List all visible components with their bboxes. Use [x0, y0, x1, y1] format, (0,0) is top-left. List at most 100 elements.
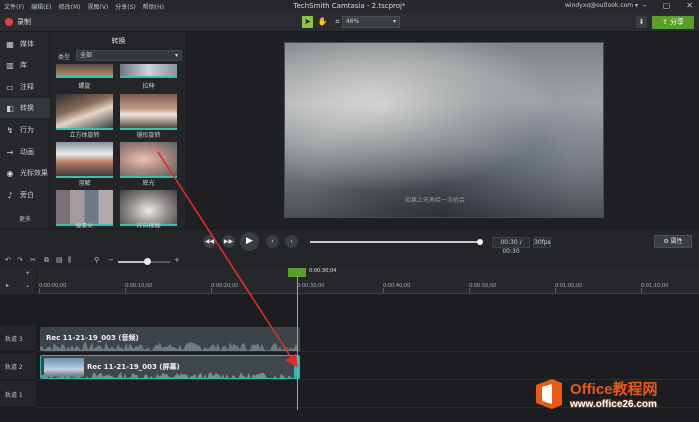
audio-clip[interactable]: Rec 11-21-19_003 (音频)	[40, 327, 300, 351]
watermark-url: www.office26.com	[570, 399, 657, 410]
properties-label: 属性	[670, 238, 683, 245]
transition-label: 辉光	[142, 180, 155, 187]
step-back-icon[interactable]: ◀◀	[203, 235, 216, 248]
transitions-panel: 转换 类型 全部 ▾ 螺旋 拉伸 立方体旋转 褪形旋转 溶解 辉光 像素化 径向…	[50, 32, 235, 230]
microphone-icon: ♪	[7, 190, 13, 200]
ruler-tick	[125, 288, 126, 293]
close-button[interactable]: ✕	[686, 1, 693, 10]
sidebar-item-library[interactable]: ▥ 库	[0, 55, 50, 75]
track-name: 轨道 1	[5, 392, 23, 399]
zoom-value: 46%	[346, 18, 360, 25]
sidebar-item-annotations[interactable]: ▭ 注释	[0, 77, 50, 97]
zoom-out-icon[interactable]: −	[108, 256, 114, 264]
maximize-button[interactable]: ▢	[663, 1, 671, 10]
share-button[interactable]: ⇪ 分享	[652, 16, 694, 29]
redo-icon[interactable]: ↷	[17, 256, 23, 264]
tick-label: 0:01:00;00	[555, 283, 583, 289]
select-tool-icon[interactable]: ➤	[302, 16, 313, 28]
tick-label: 0:00:30;00	[297, 283, 325, 289]
transition-thumb-cube-rotate[interactable]	[56, 94, 113, 130]
tick-label: 0:00:40;00	[383, 283, 411, 289]
more-button[interactable]: 更多	[0, 214, 50, 223]
sidebar-item-transitions[interactable]: ◧ 转换	[0, 98, 50, 118]
type-label: 类型	[58, 54, 71, 61]
transition-thumb-spiral[interactable]	[56, 64, 113, 78]
properties-button[interactable]: ⚙ 属性	[654, 235, 692, 248]
timeline-ruler[interactable]: 0:00:00;00 0:00:10;00 0:00:20;00 0:00:30…	[37, 268, 699, 294]
track-header-2[interactable]: 轨道 2	[0, 353, 37, 380]
ruler-tick	[555, 288, 556, 293]
cut-icon[interactable]: ✂	[30, 256, 36, 264]
sidebar-item-voice-narration[interactable]: ♪ 旁白	[0, 185, 50, 205]
ruler-tick	[641, 288, 642, 293]
transition-label: 拉伸	[142, 83, 155, 90]
tool-sidebar: ▦ 媒体 ▥ 库 ▭ 注释 ◧ 转换 ↯ 行为 → 动画 ◉ 光标效果 ♪ 旁白…	[0, 32, 50, 228]
minimize-button[interactable]: –	[643, 1, 647, 10]
playback-scrubber[interactable]	[310, 239, 483, 245]
track-name: 轨道 2	[5, 364, 23, 371]
ruler-tick	[211, 288, 212, 293]
paste-icon[interactable]: ▤	[56, 256, 63, 264]
type-select[interactable]: 全部 ▾	[76, 50, 182, 61]
ruler-tick	[39, 288, 40, 293]
transition-thumb-stretch[interactable]	[120, 64, 177, 78]
add-track-icon[interactable]: +	[25, 270, 30, 277]
scrubber-knob[interactable]	[477, 239, 483, 245]
playhead-time: 0:00:30;04	[309, 268, 337, 274]
media-icon: ▦	[6, 39, 14, 49]
timeline-zoom-slider[interactable]	[118, 258, 170, 265]
pan-tool-icon[interactable]: ✋	[317, 16, 328, 28]
previous-clip-icon[interactable]: ‹	[266, 235, 279, 248]
track-header-3[interactable]: 轨道 3	[0, 325, 37, 352]
account-menu[interactable]: windyxq@outlook.com ▾	[565, 2, 638, 9]
ruler-tick	[469, 288, 470, 293]
track-header-1[interactable]: 轨道 1	[0, 381, 37, 408]
sidebar-item-behaviors[interactable]: ↯ 行为	[0, 120, 50, 140]
behavior-icon: ↯	[6, 125, 14, 135]
office-logo-icon	[536, 379, 562, 409]
sidebar-item-label: 媒体	[20, 40, 34, 48]
ruler-tick	[383, 288, 384, 293]
sidebar-item-label: 转换	[20, 104, 34, 112]
copy-icon[interactable]: ⧉	[44, 256, 49, 265]
undo-icon[interactable]: ↶	[5, 256, 11, 264]
annotation-icon: ▭	[6, 82, 14, 92]
type-value: 全部	[80, 52, 93, 59]
track-menu-icon[interactable]: ▸	[6, 282, 9, 289]
transition-thumb-fade-rotate[interactable]	[120, 94, 177, 130]
transition-label: 立方体旋转	[69, 132, 100, 139]
split-icon[interactable]: ⫼	[68, 256, 71, 265]
timeline-toolbar: ↶ ↷ ✂ ⧉ ▤ ⫼ ⚲ − +	[0, 254, 699, 268]
scrubber-progress	[310, 239, 483, 245]
tick-label: 0:01:10;00	[641, 283, 669, 289]
magnifier-icon: ⚲	[94, 256, 100, 264]
zoom-select[interactable]: 46% ▾	[342, 16, 400, 28]
collapse-icon[interactable]: ⌄	[25, 282, 30, 289]
sidebar-item-media[interactable]: ▦ 媒体	[0, 34, 50, 54]
sidebar-item-cursor-effects[interactable]: ◉ 光标效果	[0, 163, 50, 183]
panel-title: 转换	[111, 37, 126, 45]
transition-label: 褪形旋转	[136, 132, 161, 139]
track-name: 轨道 3	[5, 336, 23, 343]
sidebar-item-label: 光标效果	[20, 169, 48, 177]
watermark-title: Office教程网	[570, 381, 658, 398]
sidebar-item-label: 动画	[20, 148, 34, 156]
next-clip-icon[interactable]: ›	[285, 235, 298, 248]
chevron-down-icon: ▾	[392, 18, 396, 25]
fps-display: 30fps	[533, 237, 551, 248]
record-button[interactable]: 录制	[5, 17, 31, 27]
play-button[interactable]: ▶	[240, 232, 259, 251]
video-caption: 如果上天再给一次机会	[405, 197, 466, 204]
sidebar-item-animations[interactable]: → 动画	[0, 142, 50, 162]
video-clip[interactable]: Rec 11-21-19_003 (屏幕)	[40, 355, 300, 379]
preview-canvas[interactable]: 如果上天再给一次机会	[284, 42, 604, 218]
tick-label: 0:00:20;00	[211, 283, 239, 289]
transition-thumb-dissolve[interactable]	[56, 142, 113, 178]
download-button[interactable]: ⬇	[636, 16, 647, 28]
zoom-slider-knob[interactable]	[143, 258, 151, 265]
step-forward-icon[interactable]: ▶▶	[222, 235, 235, 248]
record-label: 录制	[17, 18, 31, 26]
zoom-in-icon[interactable]: +	[174, 256, 180, 264]
zoom-slider-fill	[118, 261, 147, 263]
transition-thumb-glow[interactable]	[120, 142, 177, 178]
